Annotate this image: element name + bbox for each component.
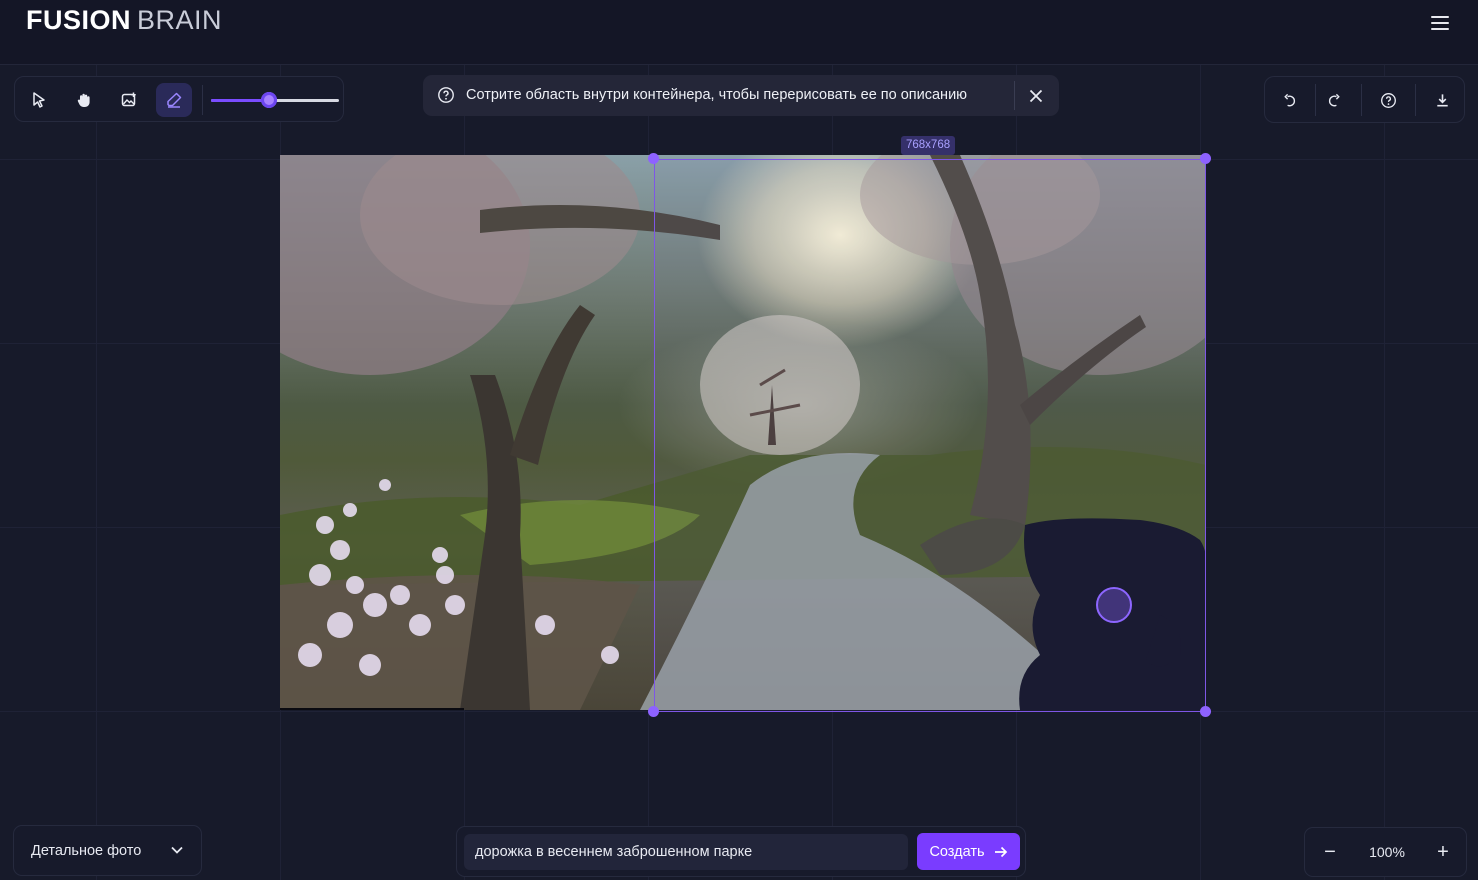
help-circle-icon	[438, 87, 454, 103]
slider-fill	[211, 99, 269, 102]
prompt-input[interactable]	[464, 834, 908, 870]
prompt-bar: Создать	[456, 826, 1026, 877]
selection-size-badge: 768x768	[901, 136, 956, 155]
hint-divider	[1014, 81, 1015, 110]
logo-primary: FUSION	[26, 5, 132, 35]
selection-handle-bottom-right[interactable]	[1200, 706, 1211, 717]
selection-handle-top-right[interactable]	[1200, 153, 1211, 164]
eraser-icon[interactable]	[156, 83, 192, 117]
tool-palette	[14, 76, 344, 122]
hamburger-menu-icon[interactable]	[1426, 10, 1454, 36]
history-divider	[1415, 84, 1416, 116]
pointer-icon[interactable]	[21, 83, 57, 117]
zoom-in-button[interactable]: +	[1430, 839, 1456, 865]
hand-icon[interactable]	[66, 83, 102, 117]
selection-frame[interactable]	[654, 159, 1206, 712]
hint-text: Сотрите область внутри контейнера, чтобы…	[466, 87, 968, 103]
close-icon[interactable]	[1025, 85, 1047, 107]
image-edge-line	[280, 708, 464, 710]
slider-thumb[interactable]	[260, 92, 277, 108]
create-button[interactable]: Создать	[917, 833, 1020, 870]
toolbar-divider	[202, 85, 203, 115]
history-toolbar	[1264, 76, 1465, 123]
style-dropdown-label: Детальное фото	[31, 843, 142, 859]
arrow-right-icon	[994, 846, 1007, 857]
app-root: FUSION BRAIN Сотрите область внутри конте…	[0, 0, 1478, 880]
zoom-level: 100%	[1369, 844, 1405, 860]
selection-fill	[655, 160, 1205, 711]
style-dropdown[interactable]: Детальное фото	[13, 825, 202, 876]
brush-cursor	[1096, 587, 1132, 623]
hint-banner: Сотрите область внутри контейнера, чтобы…	[423, 75, 1059, 116]
redo-icon[interactable]	[1318, 85, 1350, 115]
chevron-down-icon	[171, 846, 183, 854]
zoom-out-button[interactable]: −	[1317, 839, 1343, 865]
history-divider	[1361, 84, 1362, 116]
undo-icon[interactable]	[1273, 85, 1305, 115]
brush-size-slider[interactable]	[211, 90, 339, 110]
brand-logo[interactable]: FUSION BRAIN	[26, 4, 222, 36]
selection-handle-bottom-left[interactable]	[648, 706, 659, 717]
selection-handle-top-left[interactable]	[648, 153, 659, 164]
history-divider	[1315, 84, 1316, 116]
logo-secondary: BRAIN	[137, 5, 223, 35]
download-icon[interactable]	[1426, 85, 1458, 115]
help-icon[interactable]	[1372, 85, 1404, 115]
top-header: FUSION BRAIN	[0, 0, 1478, 65]
create-button-label: Создать	[929, 843, 985, 860]
zoom-control: − 100% +	[1304, 827, 1467, 877]
image-add-icon[interactable]	[111, 83, 147, 117]
